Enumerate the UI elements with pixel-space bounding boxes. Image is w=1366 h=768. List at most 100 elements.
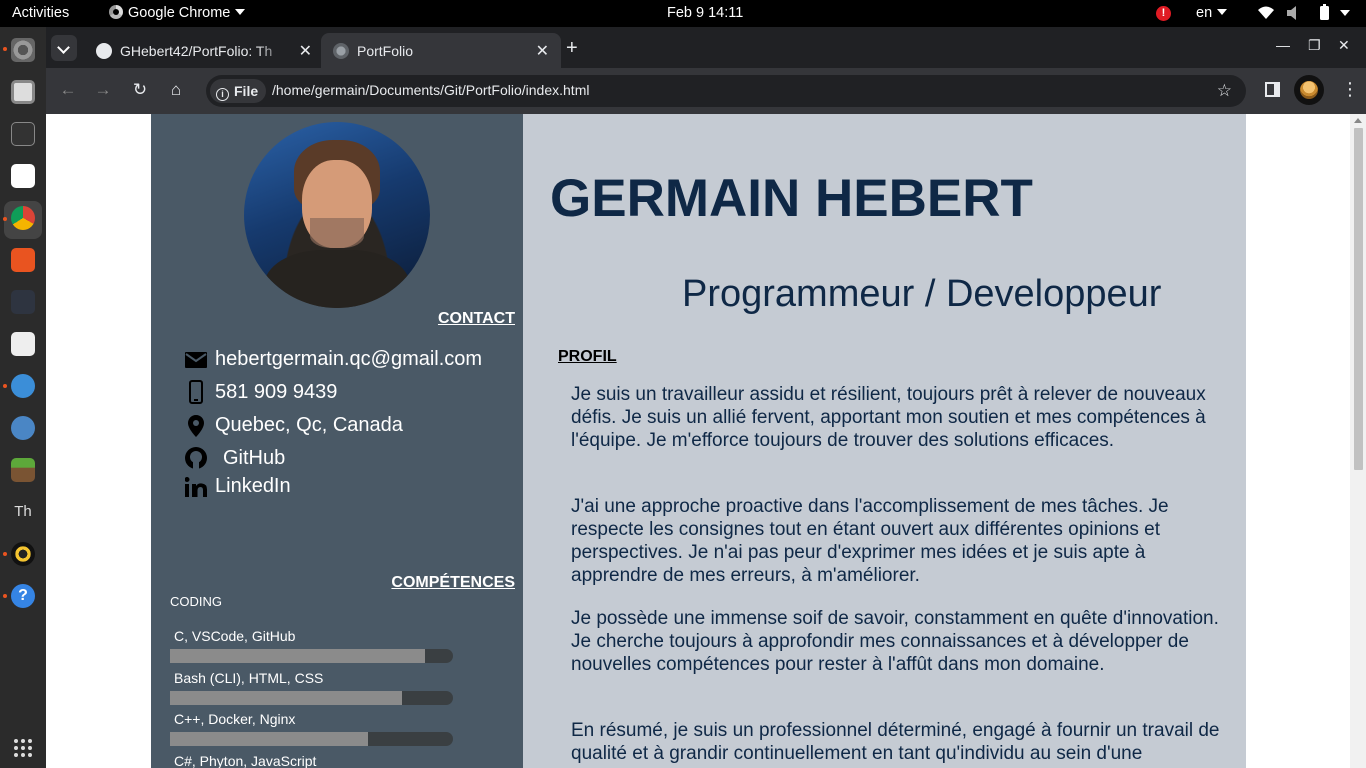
files-icon[interactable] <box>11 80 35 104</box>
github-icon <box>183 446 209 470</box>
contact-linkedin[interactable]: LinkedIn <box>183 475 291 498</box>
maximize-icon[interactable]: ❐ <box>1308 37 1321 54</box>
vpn-icon[interactable] <box>11 374 35 398</box>
back-icon[interactable]: ← <box>57 80 79 100</box>
volume-icon <box>1287 6 1296 20</box>
globe-icon <box>333 43 349 59</box>
tab-title: PortFolio <box>357 43 414 59</box>
new-tab-icon[interactable]: + <box>566 37 578 60</box>
contact-location-text: Quebec, Qc, Canada <box>215 414 403 436</box>
contact-email-text: hebertgermain.qc@gmail.com <box>215 348 483 370</box>
reload-icon[interactable]: ↻ <box>129 80 151 100</box>
chevron-down-icon <box>1340 10 1350 16</box>
coding-label: CODING <box>170 594 222 609</box>
profile-paragraph: J'ai une approche proactive dans l'accom… <box>571 496 1169 586</box>
tab-portfolio[interactable]: PortFolio ✕ <box>321 33 561 68</box>
document-viewer-icon[interactable] <box>11 332 35 356</box>
chip-label: File <box>234 83 259 99</box>
app-menu[interactable]: Google Chrome <box>109 5 246 21</box>
profile-paragraph: En résumé, je suis un professionnel déte… <box>571 720 1220 764</box>
help-icon[interactable]: ? <box>11 584 35 608</box>
info-icon: i <box>216 88 229 101</box>
person-name: GERMAIN HEBERT <box>550 169 1033 228</box>
profile-main: GERMAIN HEBERT Programmeur / Developpeur… <box>523 114 1246 768</box>
font-icon[interactable]: Th <box>11 500 35 524</box>
wifi-icon <box>1258 6 1274 19</box>
rhythmbox-icon[interactable] <box>11 542 35 566</box>
forward-icon[interactable]: → <box>92 80 114 100</box>
tab-search-button[interactable] <box>51 35 77 61</box>
page-scrollbar[interactable] <box>1350 114 1366 768</box>
window-close-icon[interactable]: ✕ <box>1338 37 1350 54</box>
contact-github-text: GitHub <box>223 446 286 469</box>
job-title: Programmeur / Developpeur <box>682 273 1162 315</box>
clock[interactable]: Feb 9 14:11 <box>667 5 743 21</box>
skill-bar-fill <box>170 732 369 746</box>
language-menu[interactable]: en <box>1196 5 1228 21</box>
app-center-icon[interactable] <box>11 248 35 272</box>
app-name: Google Chrome <box>128 5 231 21</box>
profile-heading: PROFIL <box>558 348 617 365</box>
contact-heading: CONTACT <box>437 310 515 327</box>
tab-strip: GHebert42/PortFolio: Th ✕ PortFolio ✕ + … <box>46 27 1366 68</box>
scroll-up-icon[interactable] <box>1354 118 1362 123</box>
system-top-bar: Activities Google Chrome Feb 9 14:11 ! e… <box>0 0 1366 27</box>
status-icons <box>1258 4 1350 20</box>
skill-bar-fill <box>170 691 403 705</box>
scrollbar-thumb[interactable] <box>1354 128 1363 470</box>
skill-bar <box>170 732 453 746</box>
github-icon <box>96 43 112 59</box>
mail-icon <box>183 351 209 368</box>
profile-sidebar: CONTACT hebertgermain.qc@gmail.com 581 9… <box>151 114 523 768</box>
dock: Th ? <box>0 27 46 768</box>
skill-item: Bash (CLI), HTML, CSS <box>170 670 454 705</box>
url-text[interactable]: /home/germain/Documents/Git/PortFolio/in… <box>272 82 589 98</box>
contact-linkedin-text: LinkedIn <box>215 475 291 497</box>
tab-github[interactable]: GHebert42/PortFolio: Th ✕ <box>84 33 324 68</box>
phone-icon <box>183 380 209 404</box>
minimize-icon[interactable]: — <box>1276 37 1290 53</box>
godot-icon[interactable] <box>11 416 35 440</box>
chrome-icon <box>109 5 123 19</box>
chrome-dock-icon[interactable] <box>11 206 35 230</box>
home-icon[interactable]: ⌂ <box>165 80 187 100</box>
skill-label: C++, Docker, Nginx <box>174 711 296 727</box>
skill-label: C#, Phyton, JavaScript <box>174 753 317 768</box>
contact-location[interactable]: Quebec, Qc, Canada <box>183 414 403 437</box>
address-bar[interactable]: i File /home/germain/Documents/Git/PortFo… <box>206 75 1246 107</box>
skill-bar <box>170 649 453 663</box>
settings-icon[interactable] <box>11 38 35 62</box>
skill-item: C, VSCode, GitHub <box>170 628 454 663</box>
skill-label: C, VSCode, GitHub <box>174 628 296 644</box>
system-monitor-icon[interactable] <box>11 290 35 314</box>
tab-title: GHebert42/PortFolio: Th <box>120 43 273 59</box>
chevron-down-icon <box>235 9 246 15</box>
contact-phone[interactable]: 581 909 9439 <box>183 380 337 404</box>
page-viewport: CONTACT hebertgermain.qc@gmail.com 581 9… <box>46 114 1366 768</box>
linkedin-icon <box>183 476 209 497</box>
contact-github[interactable]: GitHub <box>183 446 285 470</box>
minecraft-icon[interactable] <box>11 458 35 482</box>
site-info-chip[interactable]: i File <box>210 79 267 103</box>
terminal-icon[interactable] <box>11 122 35 146</box>
language-label: en <box>1196 5 1213 21</box>
side-panel-icon[interactable] <box>1265 82 1280 97</box>
close-icon[interactable]: ✕ <box>299 41 312 61</box>
profile-avatar[interactable] <box>1294 75 1324 105</box>
skill-bar <box>170 691 453 705</box>
battery-icon <box>1320 6 1329 20</box>
status-menu[interactable] <box>1257 4 1357 26</box>
bookmark-star-icon[interactable]: ☆ <box>1217 81 1232 101</box>
text-editor-icon[interactable] <box>11 164 35 188</box>
menu-kebab-icon[interactable]: ⋮ <box>1341 79 1359 100</box>
alert-icon[interactable]: ! <box>1156 6 1171 21</box>
show-apps-icon[interactable] <box>14 739 32 757</box>
chevron-down-icon <box>1217 9 1228 15</box>
activities-button[interactable]: Activities <box>12 5 69 21</box>
skill-item: C#, Phyton, JavaScript <box>170 753 454 768</box>
profile-paragraph: Je possède une immense soif de savoir, c… <box>571 608 1219 675</box>
contact-phone-text: 581 909 9439 <box>215 380 338 403</box>
skill-label: Bash (CLI), HTML, CSS <box>174 670 324 686</box>
contact-email[interactable]: hebertgermain.qc@gmail.com <box>183 348 482 371</box>
close-icon[interactable]: ✕ <box>536 41 549 61</box>
